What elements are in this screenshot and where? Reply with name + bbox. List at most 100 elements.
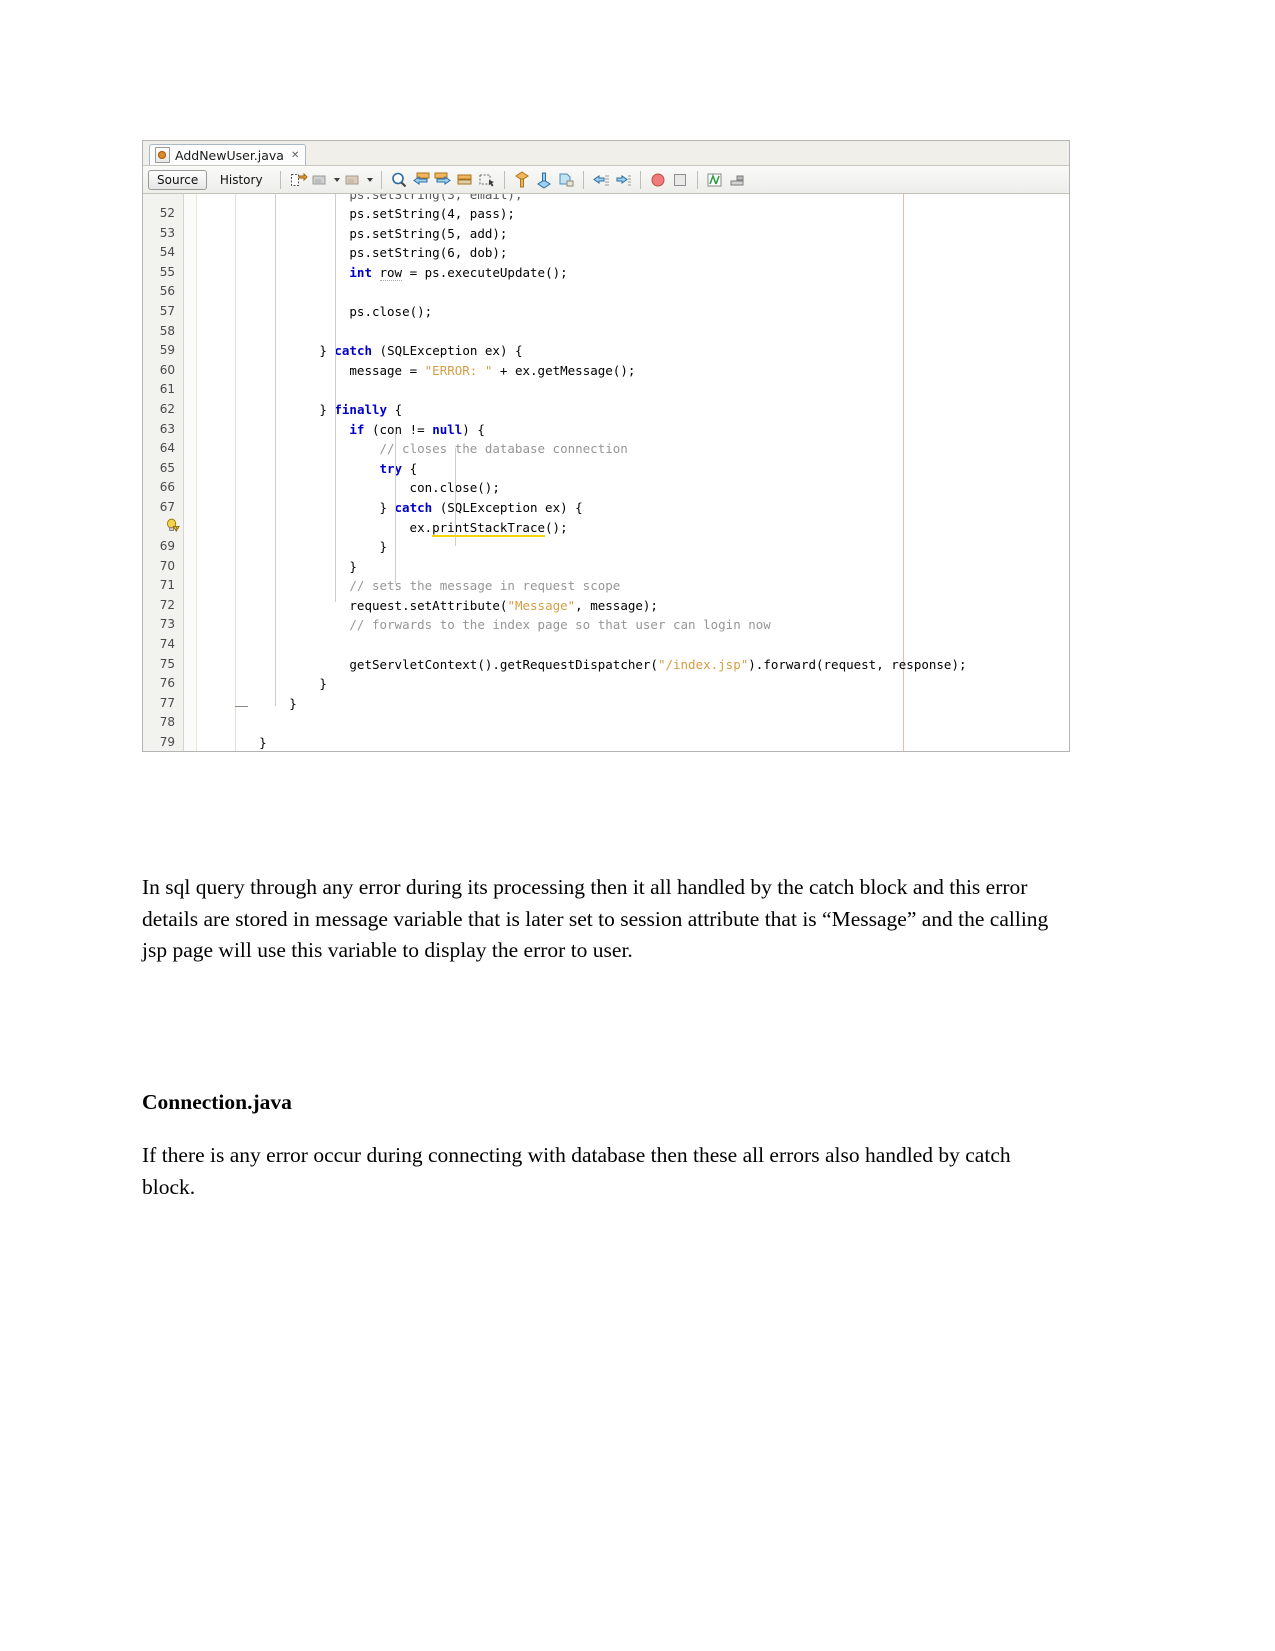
code-lines-container[interactable]: ps.setString(3, email); 52 ps.setString(4,… bbox=[143, 194, 1069, 751]
code-text: } bbox=[379, 539, 387, 555]
code-line[interactable]: 77} bbox=[143, 694, 1069, 714]
code-line[interactable]: 55 int row = ps.executeUpdate(); bbox=[143, 263, 1069, 283]
code-line[interactable]: 66con.close(); bbox=[143, 478, 1069, 498]
line-number: 70 bbox=[159, 558, 175, 573]
heading-connection-java: Connection.java bbox=[142, 1090, 292, 1114]
next-bookmark-icon[interactable] bbox=[534, 170, 554, 190]
line-number: 66 bbox=[159, 480, 175, 495]
code-text: ps.close(); bbox=[349, 303, 433, 319]
line-number: 69 bbox=[159, 539, 175, 554]
code-line[interactable]: 56 bbox=[143, 282, 1069, 302]
code-text: try { bbox=[379, 460, 418, 476]
code-line[interactable]: 62 } finally { bbox=[143, 400, 1069, 420]
line-number: 61 bbox=[159, 382, 175, 397]
close-icon[interactable]: ✕ bbox=[291, 150, 299, 161]
tab-history[interactable]: History bbox=[209, 170, 273, 190]
inspect-icon[interactable] bbox=[705, 170, 725, 190]
code-text: // forwards to the index page so that us… bbox=[349, 617, 771, 633]
code-line[interactable]: 76} bbox=[143, 674, 1069, 694]
line-number: 52 bbox=[159, 206, 175, 220]
code-line[interactable]: 61 bbox=[143, 380, 1069, 400]
line-number: 63 bbox=[159, 421, 175, 436]
toggle-highlight-search-icon[interactable] bbox=[455, 170, 475, 190]
code-line[interactable]: 79} bbox=[143, 733, 1069, 751]
code-line[interactable]: 63 if (con != null) { bbox=[143, 420, 1069, 440]
line-number: 65 bbox=[159, 460, 175, 475]
code-line[interactable]: 65 try { bbox=[143, 459, 1069, 479]
shift-line-left-icon[interactable] bbox=[591, 170, 611, 190]
code-line[interactable]: 73 // forwards to the index page so that … bbox=[143, 615, 1069, 635]
toolbar-separator bbox=[640, 170, 642, 189]
document-tab-label: AddNewUser.java bbox=[175, 147, 284, 163]
find-previous-icon[interactable] bbox=[411, 170, 431, 190]
code-line[interactable]: 71 // sets the message in request scope bbox=[143, 576, 1069, 596]
previous-bookmark-icon[interactable] bbox=[512, 170, 532, 190]
line-number: 62 bbox=[159, 401, 175, 416]
tab-source[interactable]: Source bbox=[148, 169, 208, 190]
code-text: } bbox=[259, 735, 267, 751]
code-line[interactable]: 58 bbox=[143, 322, 1069, 342]
code-line[interactable]: 78 bbox=[143, 713, 1069, 733]
last-edit-forward-dropdown-icon[interactable] bbox=[365, 170, 374, 190]
svg-text:!: ! bbox=[175, 526, 177, 532]
code-line-partial: ps.setString(3, email); bbox=[349, 194, 523, 202]
line-number: 57 bbox=[159, 303, 175, 318]
code-line[interactable]: 69} bbox=[143, 537, 1069, 557]
stop-macro-recording-icon[interactable] bbox=[670, 170, 690, 190]
line-number: 76 bbox=[159, 676, 175, 691]
line-number: 60 bbox=[159, 362, 175, 377]
hint-bulb-icon[interactable]: ! bbox=[165, 518, 180, 533]
code-text: if (con != null) { bbox=[349, 421, 485, 437]
editor-tab-strip: AddNewUser.java ✕ bbox=[143, 141, 1069, 166]
code-line[interactable]: 70} bbox=[143, 557, 1069, 577]
toolbar-separator bbox=[381, 170, 383, 189]
toggle-rectangular-select-icon[interactable] bbox=[477, 170, 497, 190]
line-number: 54 bbox=[159, 245, 175, 260]
document-tab-addnewuser[interactable]: AddNewUser.java ✕ bbox=[149, 144, 307, 165]
toolbar-separator bbox=[583, 170, 585, 189]
block-end-marker bbox=[235, 706, 248, 707]
code-line[interactable]: 75 getServletContext().getRequestDispatch… bbox=[143, 655, 1069, 675]
last-edit-forward-icon[interactable] bbox=[343, 170, 363, 190]
find-selection-icon[interactable] bbox=[389, 170, 409, 190]
code-line[interactable]: 53 ps.setString(5, add); bbox=[143, 224, 1069, 244]
code-line[interactable]: 72 request.setAttribute("Message", messag… bbox=[143, 596, 1069, 616]
shift-line-right-icon[interactable] bbox=[613, 170, 633, 190]
code-text: getServletContext().getRequestDispatcher… bbox=[349, 656, 967, 672]
line-number: 78 bbox=[159, 715, 175, 730]
indent-guide bbox=[335, 194, 336, 602]
document-page: AddNewUser.java ✕ Source History ps.setS… bbox=[0, 0, 1275, 1651]
code-line[interactable]: 60 message = "ERROR: " + ex.getMessage(); bbox=[143, 361, 1069, 381]
code-line[interactable]: 59} catch (SQLException ex) { bbox=[143, 341, 1069, 361]
java-file-icon bbox=[155, 147, 170, 163]
code-line[interactable]: 64 // closes the database connection bbox=[143, 439, 1069, 459]
code-line[interactable]: ! ex.printStackTrace(); bbox=[143, 518, 1069, 538]
line-number: 71 bbox=[159, 578, 175, 593]
code-text: } finally { bbox=[319, 401, 403, 417]
toggle-toolbar-icon[interactable] bbox=[727, 170, 747, 190]
last-edit-back-dropdown-icon[interactable] bbox=[332, 170, 341, 190]
code-text: message = "ERROR: " + ex.getMessage(); bbox=[349, 362, 636, 378]
code-text: ps.setString(6, dob); bbox=[349, 245, 508, 261]
start-macro-recording-icon[interactable] bbox=[648, 170, 668, 190]
toggle-bookmark-icon[interactable] bbox=[556, 170, 576, 190]
code-line[interactable]: 52 ps.setString(4, pass); bbox=[143, 204, 1069, 224]
code-text: ps.setString(5, add); bbox=[349, 225, 508, 241]
code-text: } bbox=[349, 558, 357, 574]
code-line[interactable]: 67} catch (SQLException ex) { bbox=[143, 498, 1069, 518]
code-line[interactable]: 54 ps.setString(6, dob); bbox=[143, 243, 1069, 263]
last-edit-back-icon[interactable] bbox=[310, 170, 330, 190]
line-number: 59 bbox=[159, 343, 175, 358]
toggle-rectangular-selection-icon[interactable] bbox=[288, 170, 308, 190]
line-number: 56 bbox=[159, 284, 175, 299]
find-next-icon[interactable] bbox=[433, 170, 453, 190]
code-text: } bbox=[319, 676, 327, 692]
code-line[interactable]: 57 ps.close(); bbox=[143, 302, 1069, 322]
code-editor[interactable]: ps.setString(3, email); 52 ps.setString(4,… bbox=[143, 194, 1069, 751]
indent-guide bbox=[275, 194, 276, 706]
ide-screenshot: AddNewUser.java ✕ Source History ps.setS… bbox=[142, 140, 1070, 752]
code-text: ex.printStackTrace(); bbox=[409, 519, 568, 537]
code-text: request.setAttribute("Message", message)… bbox=[349, 597, 658, 613]
code-line[interactable]: 74 bbox=[143, 635, 1069, 655]
code-text: int row = ps.executeUpdate(); bbox=[349, 264, 568, 281]
